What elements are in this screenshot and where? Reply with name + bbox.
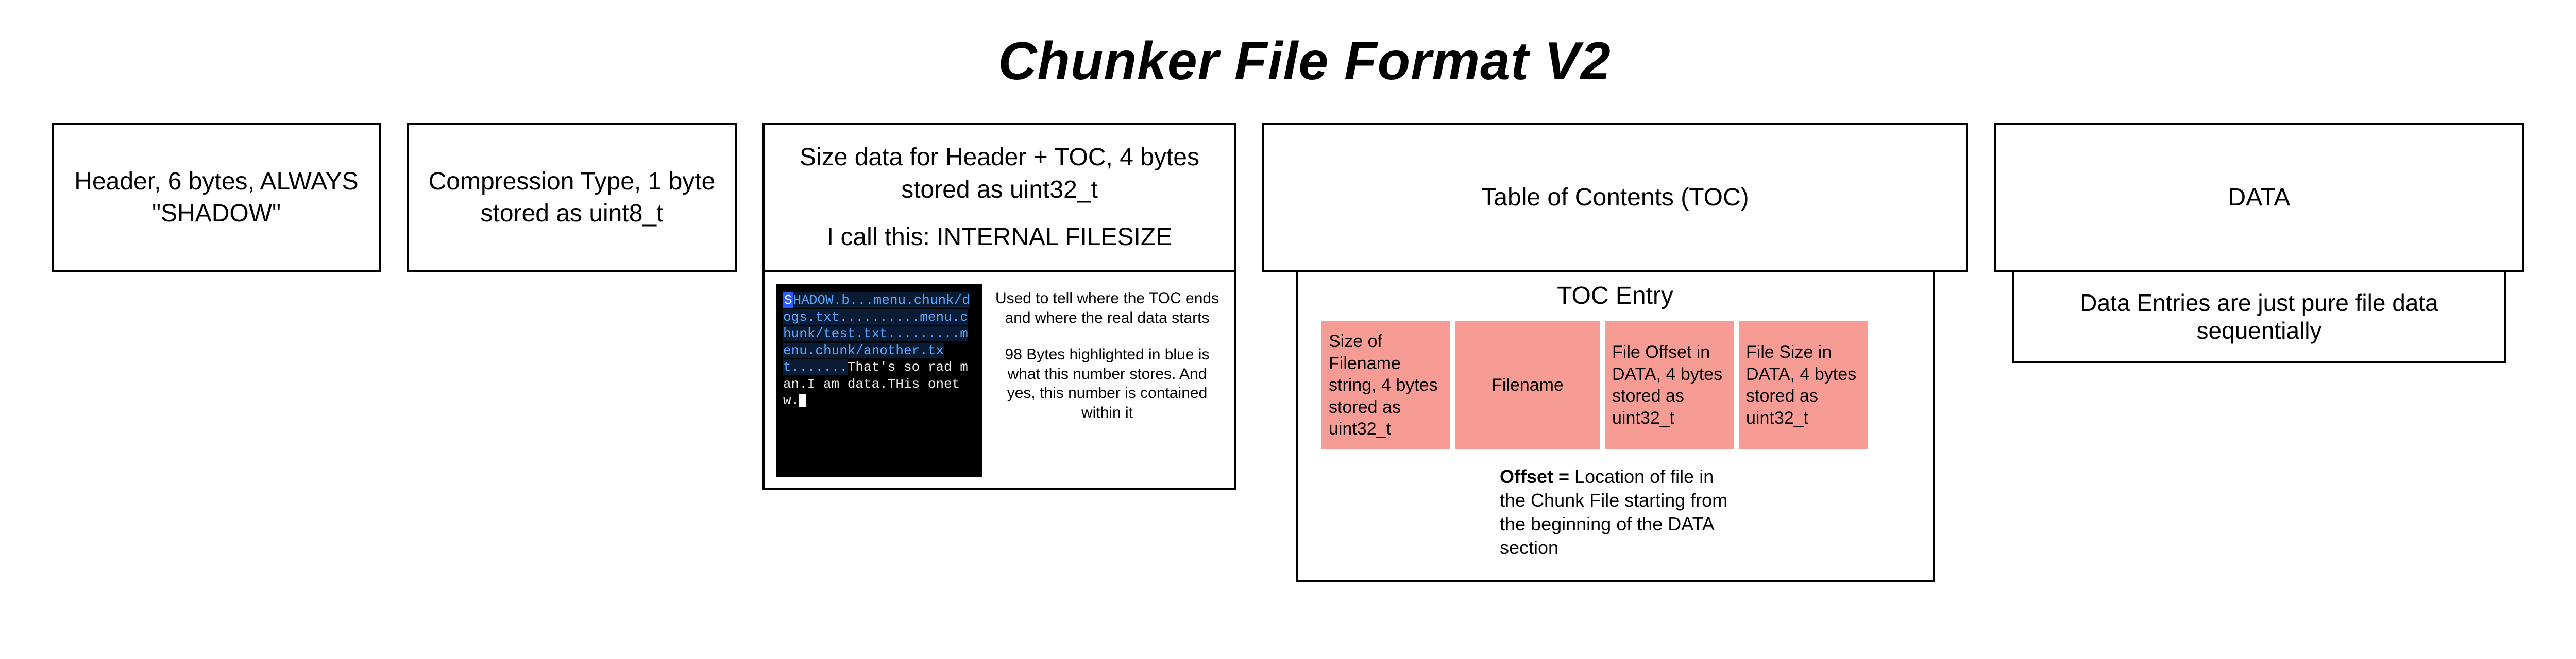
toc-field-file-size: File Size in DATA, 4 bytes stored as uin… [1739,321,1868,449]
block-size-line2: I call this: INTERNAL FILESIZE [827,221,1172,253]
block-data-text: DATA [2228,182,2291,214]
hex-cursor [799,394,806,407]
block-compression: Compression Type, 1 byte stored as uint8… [407,123,737,272]
detail-data-text: Data Entries are just pure file data seq… [2035,289,2484,344]
toc-entry-fields: Size of Filename string, 4 bytes stored … [1309,321,1921,449]
block-header: Header, 6 bytes, ALWAYS "SHADOW" [52,123,381,272]
toc-field-filename: Filename [1455,321,1600,449]
column-data: DATA Data Entries are just pure file dat… [1994,123,2524,363]
hex-first-byte: S [783,292,793,308]
hex-note-2: 98 Bytes highlighted in blue is what thi… [994,345,1220,422]
hex-note-1: Used to tell where the TOC ends and wher… [994,289,1220,327]
toc-entry-title: TOC Entry [1309,282,1921,310]
format-layout-row: Header, 6 bytes, ALWAYS "SHADOW" Compres… [52,123,2557,582]
hex-explanation: Used to tell where the TOC ends and wher… [991,284,1223,445]
diagram-title: Chunker File Format V2 [52,31,2557,92]
block-compression-text: Compression Type, 1 byte stored as uint8… [425,166,719,230]
toc-field-filename-size: Size of Filename string, 4 bytes stored … [1321,321,1450,449]
detail-toc-entry: TOC Entry Size of Filename string, 4 byt… [1296,270,1935,582]
block-header-text: Header, 6 bytes, ALWAYS "SHADOW" [69,166,364,230]
block-data: DATA [1994,123,2524,272]
detail-internal-filesize: SHADOW.b...menu.chunk/dogs.txt..........… [762,270,1236,490]
block-internal-filesize: Size data for Header + TOC, 4 bytes stor… [762,123,1236,272]
hex-dump-thumbnail: SHADOW.b...menu.chunk/dogs.txt..........… [776,284,982,477]
column-toc: Table of Contents (TOC) TOC Entry Size o… [1262,123,1968,582]
toc-field-file-offset: File Offset in DATA, 4 bytes stored as u… [1605,321,1734,449]
block-toc-text: Table of Contents (TOC) [1481,182,1749,214]
detail-data-entries: Data Entries are just pure file data seq… [2012,270,2506,363]
toc-offset-note: Offset = Location of file in the Chunk F… [1500,465,1742,560]
column-size: Size data for Header + TOC, 4 bytes stor… [762,123,1236,490]
block-toc: Table of Contents (TOC) [1262,123,1968,272]
toc-offset-label: Offset = [1500,466,1569,487]
block-size-line1: Size data for Header + TOC, 4 bytes stor… [780,142,1219,206]
